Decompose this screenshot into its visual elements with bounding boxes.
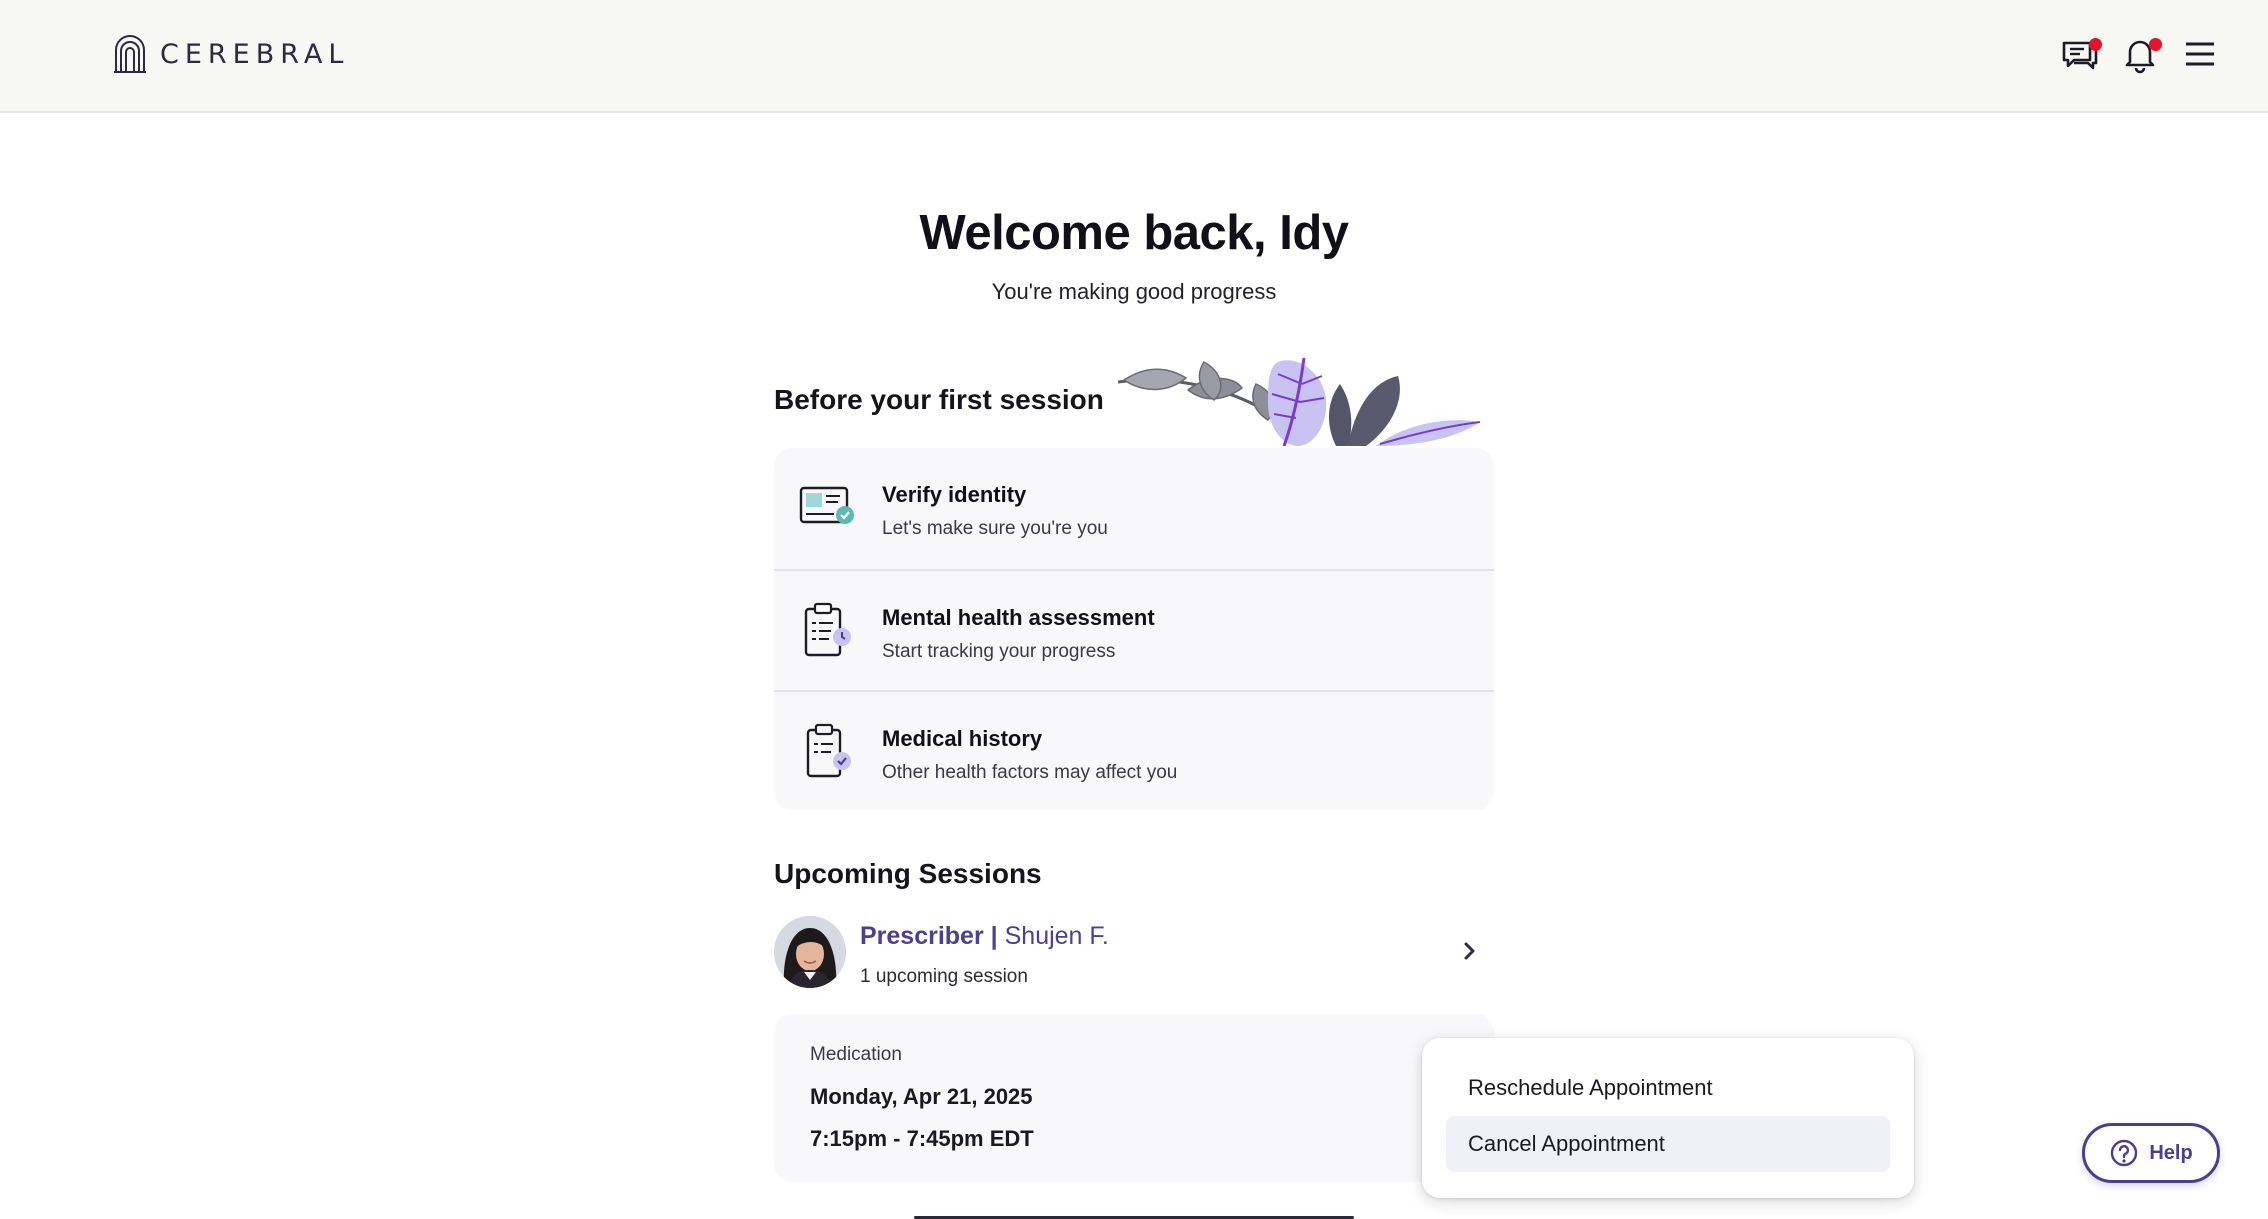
task-title: Verify identity	[882, 482, 1027, 507]
task-medical-history[interactable]: Medical history Other health factors may…	[774, 690, 1494, 810]
id-card-icon	[799, 486, 854, 524]
onboarding-tasks-card: Verify identity Let's make sure you're y…	[774, 448, 1494, 810]
messages-button[interactable]	[2060, 34, 2102, 74]
provider-name: Shujen F.	[1004, 922, 1109, 950]
provider-separator: |	[990, 922, 998, 950]
cancel-appointment-option[interactable]: Cancel Appointment	[1446, 1116, 1890, 1172]
page-title: Welcome back, Idy	[919, 206, 1349, 260]
appointment-card[interactable]: Medication Monday, Apr 21, 2025 7:15pm -…	[774, 1014, 1494, 1182]
task-mental-health-assessment[interactable]: Mental health assessment Start tracking …	[774, 569, 1494, 690]
upcoming-sessions-title: Upcoming Sessions	[774, 858, 1042, 889]
notifications-button[interactable]	[2120, 34, 2162, 74]
provider-role: Prescriber	[860, 922, 984, 950]
appointment-date: Monday, Apr 21, 2025	[810, 1084, 1033, 1109]
page-subtitle: You're making good progress	[991, 279, 1277, 304]
prescriber-session-row[interactable]: Prescriber | Shujen F. 1 upcoming sessio…	[774, 914, 1494, 992]
provider-photo	[774, 916, 846, 988]
task-description: Other health factors may affect you	[882, 762, 1178, 783]
task-description: Start tracking your progress	[882, 641, 1116, 662]
provider-name-line: Prescriber | Shujen F.	[860, 922, 1109, 951]
question-circle-icon	[2111, 1139, 2138, 1167]
task-verify-identity[interactable]: Verify identity Let's make sure you're y…	[774, 448, 1494, 569]
chevron-right-icon	[1464, 942, 1475, 960]
clipboard-check-icon	[806, 723, 851, 778]
appointment-options-menu: Reschedule Appointment Cancel Appointmen…	[1422, 1038, 1914, 1198]
clipboard-clock-icon	[804, 602, 851, 657]
appointment-type: Medication	[810, 1044, 902, 1065]
session-count: 1 upcoming session	[860, 966, 1028, 987]
task-description: Let's make sure you're you	[882, 518, 1108, 539]
appointment-time: 7:15pm - 7:45pm EDT	[810, 1126, 1034, 1151]
task-title: Mental health assessment	[882, 605, 1155, 630]
decorative-leaves-illustration	[1118, 357, 1480, 446]
brand-name: CEREBRAL	[160, 38, 350, 70]
cerebral-logo[interactable]: CEREBRAL	[112, 34, 349, 74]
messages-unread-dot	[2089, 38, 2102, 51]
tasks-section-title: Before your first session	[774, 384, 1104, 415]
top-navigation-bar: CEREBRAL	[0, 0, 2268, 113]
help-label: Help	[2149, 1141, 2193, 1164]
help-button[interactable]: Help	[2082, 1123, 2220, 1183]
menu-icon	[2186, 42, 2214, 66]
cerebral-logo-icon	[114, 35, 146, 73]
task-title: Medical history	[882, 726, 1043, 751]
provider-avatar	[774, 916, 846, 988]
reschedule-appointment-option[interactable]: Reschedule Appointment	[1446, 1060, 1890, 1116]
notifications-unread-dot	[2149, 38, 2162, 51]
main-menu-button[interactable]	[2180, 34, 2220, 74]
